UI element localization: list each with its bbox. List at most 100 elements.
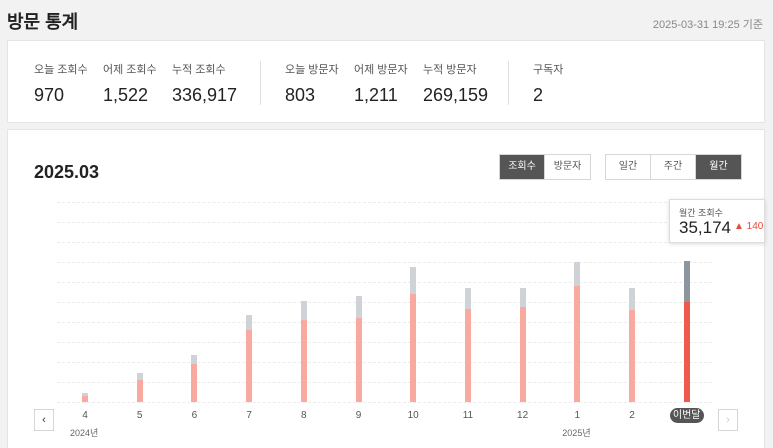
stat-subscribers: 구독자 2 <box>533 61 563 106</box>
x-tick-label: 7 <box>246 410 252 421</box>
gridline <box>57 382 712 383</box>
gridline <box>57 262 712 263</box>
stat-views-total: 누적 조회수 336,917 <box>172 61 237 106</box>
stat-visitors-yesterday: 어제 방문자 1,211 <box>354 61 408 106</box>
range-toggle: 일간 주간 월간 <box>605 154 742 180</box>
chart-panel: 2025.03 조회수 방문자 일간 주간 월간 4 5 6 7 8 9 10 11 12 1 2 이… <box>7 129 765 448</box>
stat-label: 구독자 <box>533 64 564 76</box>
bar-segment-lower <box>410 294 417 402</box>
x-tick-label: 2 <box>629 410 635 421</box>
bar-segment-upper <box>136 372 143 380</box>
metric-tab-visitors[interactable]: 방문자 <box>545 155 590 179</box>
bar-segment-upper <box>355 296 362 318</box>
stat-label: 오늘 조회수 <box>34 64 88 76</box>
gridline <box>57 402 712 403</box>
gridline <box>57 302 712 303</box>
stat-label: 어제 조회수 <box>103 64 157 76</box>
stat-value: 336,917 <box>172 85 238 105</box>
bar-11[interactable] <box>464 287 471 402</box>
stat-visitors-today: 오늘 방문자 803 <box>285 61 339 106</box>
bar-1[interactable] <box>574 261 581 402</box>
bar-9[interactable] <box>355 296 362 402</box>
range-tab-monthly[interactable]: 월간 <box>696 155 741 179</box>
stat-value: 803 <box>285 85 316 105</box>
bar-8[interactable] <box>300 301 307 402</box>
bar-segment-lower <box>136 379 143 402</box>
bar-7[interactable] <box>246 314 253 402</box>
tooltip-delta: ▲ 140 <box>734 221 764 232</box>
bar-segment-upper <box>246 314 253 330</box>
x-tick-label: 1 <box>574 410 581 421</box>
bar-segment-upper <box>519 288 526 308</box>
range-tab-daily[interactable]: 일간 <box>606 155 651 179</box>
bar-6[interactable] <box>191 355 198 402</box>
bar-segment-lower <box>464 309 471 402</box>
bar-4[interactable] <box>82 393 88 402</box>
bar-12[interactable] <box>519 288 526 402</box>
stat-value: 269,159 <box>423 85 489 105</box>
bar-segment-lower <box>683 302 690 402</box>
bar-segment-upper <box>683 261 690 303</box>
bar-2[interactable] <box>629 288 635 402</box>
bar-segment-lower <box>246 329 253 402</box>
year-label: 2025년 <box>562 428 591 438</box>
bar-이번달[interactable] <box>683 261 690 402</box>
stat-label: 오늘 방문자 <box>285 64 339 76</box>
gridline <box>57 222 712 223</box>
stat-value: 1,522 <box>103 85 149 105</box>
stat-views-yesterday: 어제 조회수 1,522 <box>103 61 157 106</box>
range-tab-weekly[interactable]: 주간 <box>651 155 696 179</box>
bar-segment-lower <box>519 307 526 402</box>
bar-10[interactable] <box>410 267 417 402</box>
year-label: 2024년 <box>70 428 99 438</box>
gridline <box>57 342 712 343</box>
bar-segment-lower <box>355 318 362 402</box>
x-tick-label: 8 <box>301 410 307 421</box>
bar-segment-upper <box>629 288 635 310</box>
x-tick-label: 4 <box>82 410 88 421</box>
bar-segment-lower <box>191 364 198 402</box>
chevron-left-icon: ‹ <box>42 414 46 426</box>
gridline <box>57 282 712 283</box>
x-tick-label: 10 <box>407 410 419 421</box>
x-tick-label: 12 <box>517 410 529 421</box>
gridline <box>57 242 712 243</box>
prev-button[interactable]: ‹ <box>34 409 54 431</box>
period-title: 2025.03 <box>34 162 100 182</box>
x-tick-label: 6 <box>191 410 198 421</box>
timestamp: 2025-03-31 19:25 기준 <box>652 19 763 31</box>
bar-segment-upper <box>464 287 471 310</box>
x-tick-label: 이번달 <box>669 408 704 423</box>
bar-segment-lower <box>629 310 635 402</box>
bar-segment-lower <box>82 395 88 402</box>
bar-segment-upper <box>410 267 417 295</box>
stats-summary: 오늘 조회수 970 어제 조회수 1,522 누적 조회수 336,917 오… <box>7 40 765 123</box>
bar-segment-upper <box>300 301 307 320</box>
bar-segment-upper <box>574 261 581 286</box>
stat-views-today: 오늘 조회수 970 <box>34 61 88 106</box>
stat-visitors-total: 누적 방문자 269,159 <box>423 61 488 106</box>
divider <box>508 61 509 105</box>
gridline <box>57 362 712 363</box>
bar-segment-lower <box>574 285 581 402</box>
metric-toggle: 조회수 방문자 <box>499 154 591 180</box>
next-button[interactable]: › <box>718 409 738 431</box>
bar-chart <box>57 202 712 403</box>
x-tick-label: 9 <box>355 410 362 421</box>
chevron-right-icon: › <box>726 414 730 426</box>
bar-segment-upper <box>191 355 198 365</box>
tooltip-value: 35,174 <box>679 218 731 237</box>
divider <box>260 61 261 105</box>
stat-label: 누적 방문자 <box>423 64 477 76</box>
x-tick-label: 11 <box>462 410 474 421</box>
bar-segment-lower <box>300 319 307 402</box>
stat-value: 1,211 <box>354 85 398 105</box>
page-title: 방문 통계 <box>7 12 79 32</box>
x-tick-label: 5 <box>136 410 143 421</box>
metric-tab-views[interactable]: 조회수 <box>500 155 545 179</box>
chart-tooltip: 월간 조회수 35,174 ▲ 140 <box>669 199 765 243</box>
bar-5[interactable] <box>136 372 143 402</box>
stat-value: 2 <box>533 85 544 105</box>
gridline <box>57 202 712 203</box>
stat-label: 어제 방문자 <box>354 64 408 76</box>
